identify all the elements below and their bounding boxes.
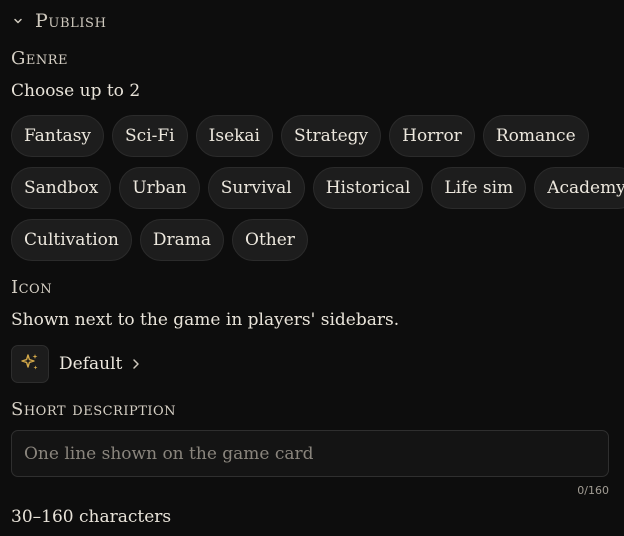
genre-chip-cultivation[interactable]: Cultivation	[11, 219, 132, 261]
short-description-label: Short description	[11, 399, 177, 420]
icon-preview	[11, 345, 49, 383]
sparkles-icon	[19, 351, 41, 377]
genre-chip-other[interactable]: Other	[232, 219, 308, 261]
genre-chip-fantasy[interactable]: Fantasy	[11, 115, 105, 157]
genre-chip-urban[interactable]: Urban	[119, 167, 200, 209]
genre-chip-isekai[interactable]: Isekai	[195, 115, 273, 157]
genre-chip-sandbox[interactable]: Sandbox	[11, 167, 112, 209]
character-limit-note: 30–160 characters	[11, 507, 172, 527]
genre-chip-row: Sandbox Urban Survival Historical Life s…	[11, 167, 624, 209]
icon-selected-label: Default	[59, 354, 123, 374]
genre-chip-strategy[interactable]: Strategy	[281, 115, 382, 157]
genre-chip-survival[interactable]: Survival	[207, 167, 305, 209]
chevron-right-icon	[131, 358, 141, 370]
icon-label: Icon	[11, 277, 53, 298]
genre-chip-horror[interactable]: Horror	[389, 115, 475, 157]
character-counter: 0/160	[577, 484, 609, 497]
chevron-down-icon[interactable]	[12, 15, 24, 27]
section-title: Publish	[35, 10, 107, 32]
short-description-input[interactable]	[11, 430, 609, 477]
genre-help-text: Choose up to 2	[11, 81, 141, 101]
genre-label: Genre	[11, 48, 69, 69]
publish-section-header[interactable]: Publish	[12, 9, 107, 33]
genre-chip-sci-fi[interactable]: Sci-Fi	[112, 115, 188, 157]
genre-chip-romance[interactable]: Romance	[482, 115, 589, 157]
icon-picker-button[interactable]: Default	[11, 344, 141, 384]
genre-chip-academy[interactable]: Academy	[534, 167, 624, 209]
genre-chip-historical[interactable]: Historical	[312, 167, 424, 209]
genre-chip-life-sim[interactable]: Life sim	[431, 167, 527, 209]
icon-help-text: Shown next to the game in players' sideb…	[11, 310, 400, 330]
genre-chip-drama[interactable]: Drama	[139, 219, 225, 261]
genre-chip-row: Cultivation Drama Other	[11, 219, 308, 261]
genre-chip-row: Fantasy Sci-Fi Isekai Strategy Horror Ro…	[11, 115, 589, 157]
